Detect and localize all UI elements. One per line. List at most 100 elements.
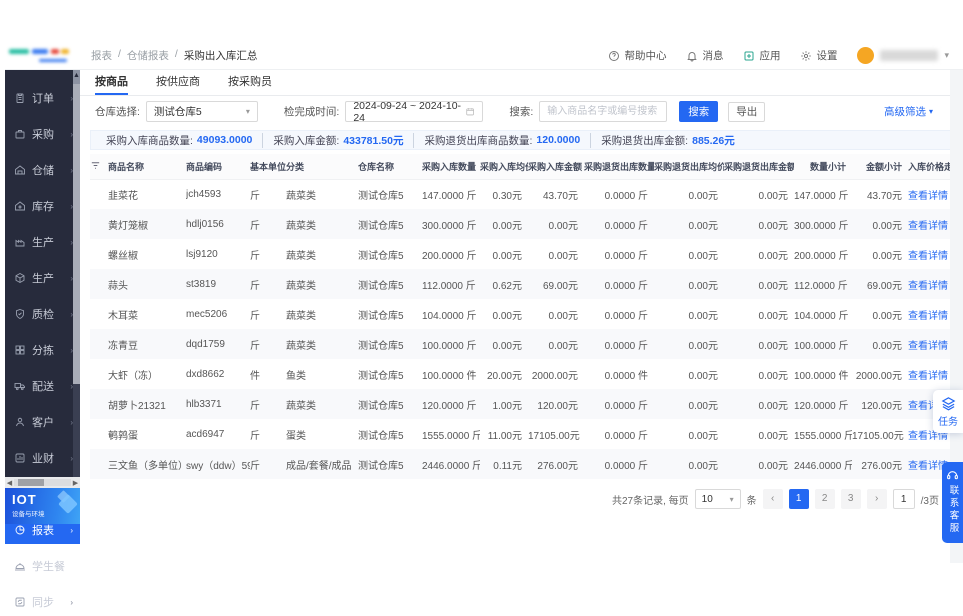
search-input[interactable] [539, 101, 667, 122]
help-center-button[interactable]: 帮助中心 [608, 48, 666, 63]
page-jump-input[interactable] [893, 489, 915, 509]
sidebar-item-配送[interactable]: 配送› [5, 372, 80, 400]
advanced-filter-toggle[interactable]: 高级筛选 ▾ [884, 104, 933, 119]
column-header: 采购退货出库均价 [654, 154, 724, 179]
cell-ret_amt: 0.00元 [724, 329, 794, 359]
logo-bar [32, 49, 48, 54]
cell-in_amt: 0.00元 [528, 329, 584, 359]
sidebar-item-生产[interactable]: 生产› [5, 228, 80, 256]
sidebar-item-采购[interactable]: 采购› [5, 120, 80, 148]
breadcrumb: 报表/仓储报表/采购出入库汇总 [91, 48, 257, 63]
headset-icon [946, 469, 959, 482]
date-range-input[interactable]: 2024-09-24 ~ 2024-10-24 [345, 101, 483, 122]
user-menu[interactable]: ▾ [857, 47, 949, 64]
cell-ret_avg: 0.00元 [654, 299, 724, 329]
sidebar-item-库存[interactable]: 库存› [5, 192, 80, 220]
customer-icon [14, 416, 26, 428]
tab-按采购员[interactable]: 按采购员 [228, 70, 272, 95]
cell-ret_amt: 0.00元 [724, 179, 794, 209]
cell-ret_avg: 0.00元 [654, 449, 724, 479]
sidebar-item-客户[interactable]: 客户› [5, 408, 80, 436]
table-row: 鹌鹑蛋acd6947斤蛋类测试仓库51555.0000 斤11.00元17105… [90, 419, 960, 449]
cell-ret_amt: 0.00元 [724, 419, 794, 449]
cell-in_amt: 0.00元 [528, 209, 584, 239]
table-row: 大虾（冻）dxd8662件鱼类测试仓库5100.0000 件20.00元2000… [90, 359, 960, 389]
cell-ret_avg: 0.00元 [654, 269, 724, 299]
sidebar-item-分拣[interactable]: 分拣› [5, 336, 80, 364]
summary-stat: 采购入库商品数量:49093.0000 [96, 133, 262, 148]
page-button-1[interactable]: 1 [789, 489, 809, 509]
breadcrumb-item[interactable]: 仓储报表 [127, 48, 169, 63]
row-gutter [90, 299, 108, 329]
cell-ret_amt: 0.00元 [724, 239, 794, 269]
sidebar-item-label: 采购 [32, 126, 54, 142]
prev-page-button[interactable]: ‹ [763, 489, 783, 509]
sidebar-item-同步[interactable]: 同步› [5, 588, 80, 616]
sidebar-item-label: 库存 [32, 198, 54, 214]
iot-banner[interactable]: IOT 设备与环境 [5, 488, 80, 524]
sidebar-item-订单[interactable]: 订单› [5, 84, 80, 112]
cell-in_avg: 0.00元 [480, 209, 528, 239]
tasks-float-button[interactable]: 任务 [933, 390, 963, 433]
cell-unit: 斤 [250, 209, 286, 239]
chevron-down-icon: ▾ [730, 495, 734, 504]
tab-按商品[interactable]: 按商品 [95, 70, 128, 95]
cell-in_qty: 112.0000 斤 [422, 269, 480, 299]
contact-support-button[interactable]: 联系客服 [942, 462, 963, 543]
messages-button[interactable]: 消息 [686, 48, 723, 63]
sidebar-item-业财[interactable]: 业财› [5, 444, 80, 472]
cell-in_avg: 0.30元 [480, 179, 528, 209]
export-button[interactable]: 导出 [728, 102, 765, 122]
cell-amt_sub: 0.00元 [852, 299, 908, 329]
sidebar-item-生产[interactable]: 生产› [5, 264, 80, 292]
sidebar-item-学生餐[interactable]: 学生餐 [5, 552, 80, 580]
delivery-icon [14, 380, 26, 392]
unit-text: 条 [747, 492, 757, 507]
production2-icon [14, 272, 26, 284]
next-page-button[interactable]: › [867, 489, 887, 509]
table-header-row: 商品名称商品编码基本单位分类仓库名称采购入库数量采购入库均价采购入库金额采购退货… [90, 154, 960, 179]
cell-in_avg: 0.00元 [480, 239, 528, 269]
cell-name: 冻青豆 [108, 329, 186, 359]
chevron-right-icon: › [70, 418, 73, 427]
scroll-up-icon[interactable]: ▲ [73, 70, 80, 84]
cell-category: 蔬菜类 [286, 209, 358, 239]
column-header: 金额小计 [852, 154, 908, 179]
search-button[interactable]: 搜索 [679, 101, 718, 122]
page-button-2[interactable]: 2 [815, 489, 835, 509]
cell-unit: 斤 [250, 269, 286, 299]
tab-按供应商[interactable]: 按供应商 [156, 70, 200, 95]
sidebar-item-质检[interactable]: 质检› [5, 300, 80, 328]
row-gutter [90, 449, 108, 479]
per-page-select[interactable]: 10▾ [695, 489, 741, 509]
cell-warehouse: 测试仓库5 [358, 179, 422, 209]
cell-amt_sub: 2000.00元 [852, 359, 908, 389]
cell-unit: 斤 [250, 419, 286, 449]
table-row: 韭菜花jch4593斤蔬菜类测试仓库5147.0000 斤0.30元43.70元… [90, 179, 960, 209]
chevron-right-icon: › [70, 526, 73, 535]
stat-label: 采购退货出库金额: [601, 133, 688, 148]
cell-unit: 斤 [250, 449, 286, 479]
warehouse-select[interactable]: 测试仓库5 ▾ [146, 101, 258, 122]
column-filter-button[interactable] [90, 154, 108, 179]
page-button-3[interactable]: 3 [841, 489, 861, 509]
cell-in_qty: 104.0000 斤 [422, 299, 480, 329]
row-gutter [90, 239, 108, 269]
breadcrumb-item[interactable]: 报表 [91, 48, 112, 63]
tabbar: 按商品 按供应商 按采购员 [80, 70, 963, 96]
apps-button[interactable]: 应用 [743, 48, 780, 63]
settings-label: 设置 [816, 48, 837, 63]
support-label: 联系客服 [946, 485, 960, 535]
table-row: 冻青豆dqd1759斤蔬菜类测试仓库5100.0000 斤0.00元0.00元0… [90, 329, 960, 359]
hscroll-thumb[interactable] [18, 479, 44, 486]
settings-button[interactable]: 设置 [800, 48, 837, 63]
cell-code: dxd8662 [186, 359, 250, 389]
cell-ret_qty: 0.0000 斤 [584, 299, 654, 329]
column-header: 分类 [286, 154, 358, 179]
search-label: 搜索: [509, 104, 533, 119]
cell-name: 黄灯笼椒 [108, 209, 186, 239]
cell-in_amt: 69.00元 [528, 269, 584, 299]
cell-amt_sub: 120.00元 [852, 389, 908, 419]
sidebar-item-仓储[interactable]: 仓储› [5, 156, 80, 184]
breadcrumb-separator: / [118, 48, 121, 63]
